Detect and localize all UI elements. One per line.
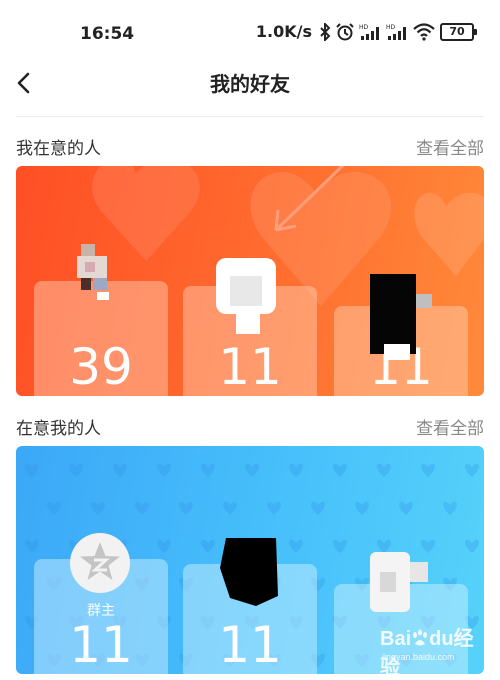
heart-pattern-icon xyxy=(245,463,259,477)
heart-pattern-icon xyxy=(465,539,479,553)
page-title: 我的好友 xyxy=(210,72,290,96)
svg-text:HD: HD xyxy=(386,24,396,31)
friend-avatar[interactable] xyxy=(370,552,430,618)
intimacy-count: 11 xyxy=(69,616,133,674)
see-all-link-care-me[interactable]: 查看全部 xyxy=(416,414,484,439)
signal-icon: HD xyxy=(359,24,379,40)
heart-pattern-icon xyxy=(267,501,281,515)
friend-avatar[interactable] xyxy=(63,244,123,304)
heart-pattern-icon xyxy=(157,463,171,477)
heart-pattern-icon xyxy=(25,539,39,553)
intimacy-count: 39 xyxy=(69,338,133,396)
nav-bar: 我的好友 xyxy=(0,62,500,112)
friend-avatar[interactable] xyxy=(216,258,280,336)
i-care-card[interactable]: 39 11 11 xyxy=(16,166,484,396)
friend-avatar[interactable] xyxy=(216,538,282,606)
intimacy-count: 11 xyxy=(218,338,282,396)
status-icons: 1.0K/s HD HD 70 xyxy=(255,22,477,41)
heart-pattern-icon xyxy=(399,501,413,515)
heart-pattern-icon xyxy=(421,539,435,553)
watermark-brand: Bai du经验 xyxy=(380,628,474,679)
heart-pattern-icon xyxy=(311,501,325,515)
status-bar: 16:54 1.0K/s HD HD 70 xyxy=(0,0,500,62)
bluetooth-icon xyxy=(320,22,331,41)
heart-pattern-icon xyxy=(333,539,347,553)
heart-pattern-icon xyxy=(333,463,347,477)
see-all-link-i-care[interactable]: 查看全部 xyxy=(416,134,484,159)
heart-pattern-icon xyxy=(377,539,391,553)
heart-pattern-icon xyxy=(25,463,39,477)
heart-pattern-icon xyxy=(179,501,193,515)
heart-pattern-icon xyxy=(47,501,61,515)
heart-pattern-icon xyxy=(91,501,105,515)
heart-pattern-icon xyxy=(289,539,303,553)
wifi-icon xyxy=(413,22,435,41)
battery-icon: 70 xyxy=(440,22,477,41)
friend-avatar[interactable] xyxy=(370,274,436,360)
baidu-paw-icon xyxy=(413,629,428,646)
heart-pattern-icon xyxy=(201,463,215,477)
star-avatar-icon[interactable] xyxy=(69,532,131,594)
baidu-watermark: Bai du经验 jingyan.baidu.com xyxy=(380,622,492,679)
heart-pattern-icon xyxy=(421,463,435,477)
heart-pattern-icon xyxy=(157,539,171,553)
heart-pattern-icon xyxy=(113,463,127,477)
intimacy-count: 11 xyxy=(218,616,282,674)
group-owner-badge: 群主 xyxy=(87,603,115,619)
signal-icon-2: HD xyxy=(386,24,406,40)
heart-pattern-icon xyxy=(465,463,479,477)
heart-pattern-icon xyxy=(289,463,303,477)
heart-pattern-icon xyxy=(69,463,83,477)
network-speed: 1.0K/s xyxy=(255,22,312,41)
heart-pattern-icon xyxy=(201,539,215,553)
section-title-care-me: 在意我的人 xyxy=(16,419,101,439)
heart-pattern-icon xyxy=(355,501,369,515)
heart-pattern-icon xyxy=(135,501,149,515)
section-title-i-care: 我在意的人 xyxy=(16,139,101,159)
heart-pattern-icon xyxy=(443,501,457,515)
divider xyxy=(16,116,484,117)
heart-pattern-icon xyxy=(377,463,391,477)
heart-pattern-icon xyxy=(223,501,237,515)
watermark-url: jingyan.baidu.com xyxy=(382,652,455,662)
alarm-icon xyxy=(336,22,354,40)
svg-text:HD: HD xyxy=(359,24,369,31)
status-time: 16:54 xyxy=(80,24,135,44)
